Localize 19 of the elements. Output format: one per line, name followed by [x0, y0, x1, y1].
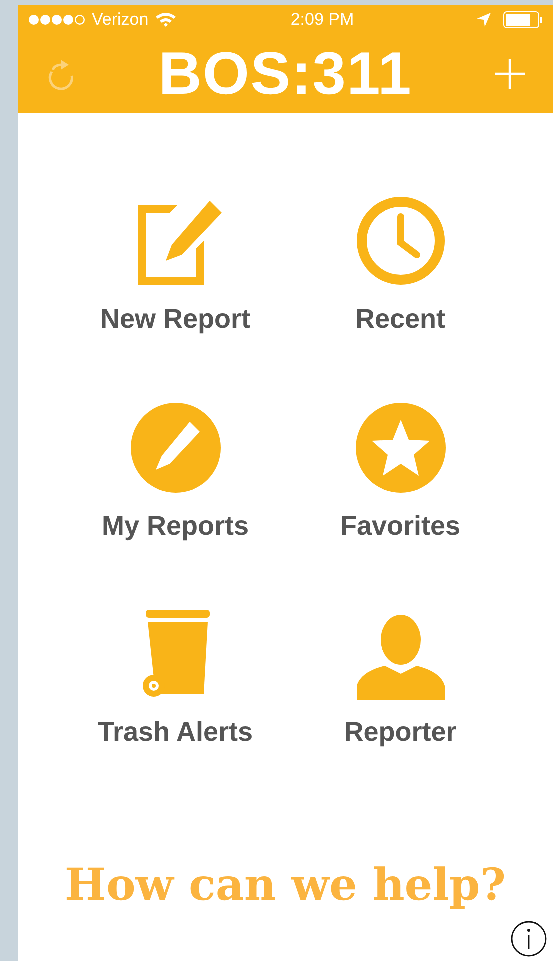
carrier-name: Verizon	[92, 9, 149, 32]
wifi-icon	[154, 12, 177, 28]
person-icon	[354, 614, 446, 700]
clock-icon	[354, 195, 446, 287]
app-title: BOS:311	[158, 44, 412, 104]
menu-tile[interactable]: Favorites	[288, 398, 513, 546]
signal-icon	[28, 14, 86, 26]
menu-tile[interactable]: New Report	[63, 191, 288, 340]
tagline: How can we help?	[64, 860, 506, 911]
pencil-icon	[130, 402, 222, 494]
add-button[interactable]	[492, 57, 527, 91]
info-button[interactable]	[511, 921, 547, 957]
menu-tile[interactable]: My Reports	[63, 398, 288, 546]
location-arrow-icon	[477, 13, 491, 27]
menu-tile[interactable]: Trash Alerts	[63, 604, 288, 752]
status-time: 2:09 PM	[290, 9, 356, 32]
menu-tile[interactable]: Recent	[288, 191, 513, 340]
battery-icon	[503, 11, 543, 29]
menu-tile[interactable]: Reporter	[288, 604, 513, 752]
